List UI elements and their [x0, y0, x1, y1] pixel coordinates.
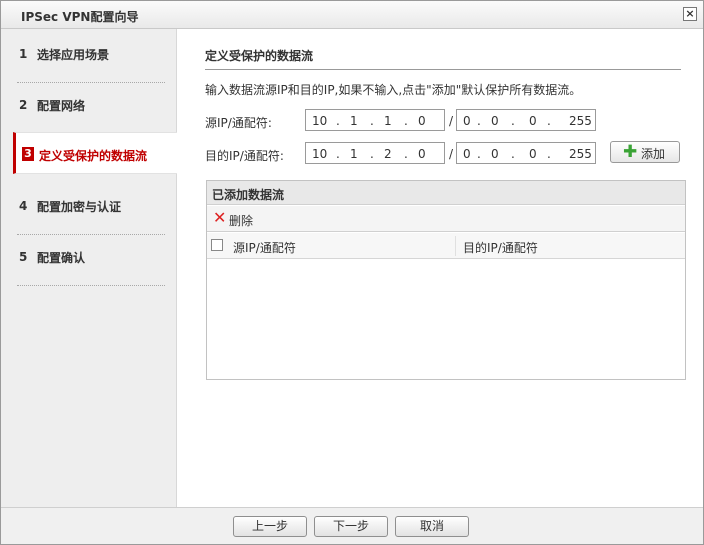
ip-octet: 0 [491, 147, 499, 161]
step-label: 配置确认 [37, 251, 86, 265]
ip-dot: . [370, 114, 374, 128]
delete-button-label: 删除 [229, 214, 254, 228]
column-divider [455, 236, 456, 256]
ip-octet: 0 [529, 114, 537, 128]
page-title: 定义受保护的数据流 [205, 49, 314, 63]
table-header-row: 源IP/通配符 目的IP/通配符 [207, 233, 685, 259]
prev-button[interactable]: 上一步 [233, 516, 307, 537]
ip-wildcard-separator: / [449, 147, 454, 161]
ip-octet: 1 [350, 114, 358, 128]
added-flows-panel: 已添加数据流 ✕ 删除 源IP/通配符 目的IP/通配符 [206, 180, 686, 380]
ip-dot: . [370, 147, 374, 161]
panel-title: 已添加数据流 [212, 188, 285, 202]
column-header-dest: 目的IP/通配符 [463, 241, 538, 255]
add-button-label: 添加 [641, 147, 666, 161]
step-number: 4 [19, 199, 28, 213]
title-bar: IPSec VPN配置向导 × [1, 1, 703, 29]
ip-wildcard-separator: / [449, 114, 454, 128]
title-divider [205, 69, 681, 70]
ip-octet: 1 [350, 147, 358, 161]
ip-octet: 0 [529, 147, 537, 161]
dest-ip-input[interactable]: 10 . 1 . 2 . 0 [305, 142, 445, 164]
add-flow-button[interactable]: ✚ 添加 [610, 141, 680, 163]
ip-dot: . [336, 147, 340, 161]
window-title: IPSec VPN配置向导 [21, 10, 139, 24]
ip-dot: . [511, 114, 515, 128]
x-icon: ✕ [213, 208, 227, 227]
ipsec-vpn-wizard-dialog: IPSec VPN配置向导 × 1 选择应用场景 2 配置网络 3 定义受保护的… [0, 0, 704, 545]
ip-dot: . [477, 147, 481, 161]
ip-dot: . [547, 147, 551, 161]
panel-header: 已添加数据流 [207, 181, 685, 205]
table-toolbar: ✕ 删除 [207, 206, 685, 232]
ip-dot: . [511, 147, 515, 161]
hint-text: 输入数据流源IP和目的IP,如果不输入,点击"添加"默认保护所有数据流。 [205, 83, 582, 97]
main-content: 定义受保护的数据流 输入数据流源IP和目的IP,如果不输入,点击"添加"默认保护… [187, 29, 697, 507]
close-icon[interactable]: × [683, 7, 697, 21]
step-number: 5 [19, 250, 28, 264]
ip-octet: 0 [418, 114, 426, 128]
ip-dot: . [477, 114, 481, 128]
step-configure-network[interactable]: 2 配置网络 [17, 84, 165, 134]
dest-ip-label: 目的IP/通配符: [205, 149, 284, 163]
column-header-source: 源IP/通配符 [233, 241, 296, 255]
dest-wildcard-input[interactable]: 0 . 0 . 0 . 255 [456, 142, 596, 164]
step-number: 2 [19, 98, 28, 112]
step-select-scenario[interactable]: 1 选择应用场景 [17, 33, 165, 83]
source-ip-input[interactable]: 10 . 1 . 1 . 0 [305, 109, 445, 131]
cancel-button[interactable]: 取消 [395, 516, 469, 537]
step-label: 定义受保护的数据流 [39, 149, 148, 163]
delete-button[interactable]: ✕ 删除 [213, 208, 263, 228]
step-label: 配置加密与认证 [37, 200, 122, 214]
ip-dot: . [336, 114, 340, 128]
ip-octet: 0 [463, 147, 471, 161]
ip-octet: 10 [312, 147, 328, 161]
step-number: 3 [22, 147, 34, 161]
ip-octet: 255 [569, 147, 592, 161]
source-wildcard-input[interactable]: 0 . 0 . 0 . 255 [456, 109, 596, 131]
select-all-checkbox[interactable] [211, 239, 223, 251]
ip-octet: 0 [463, 114, 471, 128]
next-button[interactable]: 下一步 [314, 516, 388, 537]
plus-icon: ✚ [623, 142, 638, 162]
step-label: 选择应用场景 [37, 48, 110, 62]
step-label: 配置网络 [37, 99, 86, 113]
dialog-footer: 上一步 下一步 取消 [1, 507, 703, 544]
ip-dot: . [547, 114, 551, 128]
ip-octet: 1 [384, 114, 392, 128]
ip-octet: 0 [418, 147, 426, 161]
ip-octet: 2 [384, 147, 392, 161]
source-ip-label: 源IP/通配符: [205, 116, 272, 130]
ip-octet: 0 [491, 114, 499, 128]
ip-dot: . [404, 147, 408, 161]
ip-octet: 10 [312, 114, 328, 128]
wizard-steps-sidebar: 1 选择应用场景 2 配置网络 3 定义受保护的数据流 4 配置加密与认证 5 … [1, 29, 177, 507]
step-define-protected-flows[interactable]: 3 定义受保护的数据流 [13, 132, 177, 174]
ip-dot: . [404, 114, 408, 128]
ip-octet: 255 [569, 114, 592, 128]
step-number: 1 [19, 47, 28, 61]
step-configure-encryption[interactable]: 4 配置加密与认证 [17, 185, 165, 235]
step-confirm[interactable]: 5 配置确认 [17, 236, 165, 286]
